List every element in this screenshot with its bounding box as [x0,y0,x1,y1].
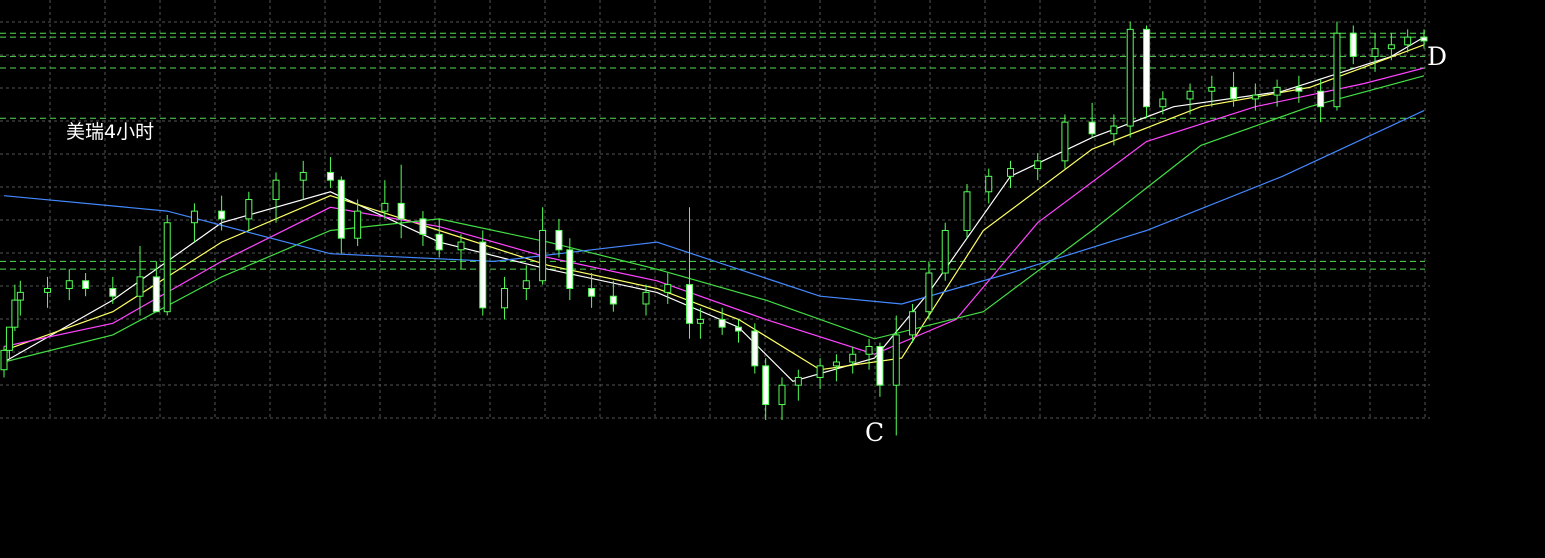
candle-bull [1208,86,1216,92]
moving-average-line [3,110,1425,305]
chart-title: 美瑞4小时 [66,121,155,143]
candle-bear [609,295,617,305]
candle-bear [762,365,770,406]
candle-bull [832,361,840,367]
candle-bull [1126,28,1134,127]
candle-bear [152,276,160,313]
candle-bull [190,210,198,224]
chart-grid [0,0,1430,420]
moving-average-line [3,67,1425,355]
candle-bull [1333,32,1341,108]
candle-bear [397,202,405,220]
candle-bull [1061,121,1069,162]
candle-bull [11,299,19,328]
candle-bull [778,384,786,406]
candle-bull [664,284,672,293]
point-label-d: D [1427,42,1448,71]
candle-bull [696,318,704,324]
candle-bull [865,346,873,355]
candle-bear [876,346,884,386]
candle-bull [816,365,824,378]
candle-bull [0,349,8,371]
candle-bear [1088,121,1096,135]
candle-bear [435,233,443,251]
candle-bear [1143,28,1151,108]
candle-bull [163,222,171,313]
candle-bull [985,175,993,193]
candle-bull [794,376,802,386]
candle-bull [1186,90,1194,100]
point-label-c: C [865,418,885,447]
candlestick-chart [0,0,1430,436]
candle-bull [522,280,530,289]
candle-bull [457,241,465,251]
candle-bull [299,171,307,181]
candle-bear [588,287,596,297]
candle-bear [419,218,427,235]
candle-bull [1371,48,1379,57]
candle-bear [1295,86,1303,92]
candle-bull [1110,125,1118,135]
candle-bull [65,280,73,289]
candle-bull [1387,44,1395,50]
candle-bear [1420,36,1428,42]
candle-bull [1273,86,1281,96]
candle-bull [1404,36,1412,46]
candle-bear [218,210,226,220]
candle-bear [1349,32,1357,57]
candle-bull [892,334,900,386]
candle-bull [849,353,857,363]
candle-bull [1007,168,1015,177]
candle-bear [1230,86,1238,100]
candle-bear [686,284,694,324]
candle-bull [1034,160,1042,170]
candle-bull [381,202,389,212]
candle-bull [16,291,24,301]
candle-bull [5,326,13,351]
candle-bear [718,318,726,328]
candle-bear [566,249,574,289]
candle-bear [326,171,334,181]
candle-bull [1251,94,1259,100]
candle-bear [109,287,117,297]
candle-bull [941,229,949,274]
candle-bull [1159,98,1167,108]
candle-bull [963,191,971,231]
candle-bull [136,276,144,297]
candle-bear [82,280,90,289]
candle-bull [245,199,253,220]
candle-bull [501,287,509,309]
candle-bull [539,229,547,282]
moving-average-line [3,44,1425,371]
candle-bull [44,287,52,293]
candle-bull [272,179,280,201]
horizontal-levels [0,32,1425,270]
candle-bull [909,311,917,336]
candle-bull [642,291,650,305]
candle-bull [354,210,362,239]
candle-bear [734,326,742,332]
candle-bear [479,241,487,309]
candle-bull [925,272,933,313]
candle-bear [337,179,345,239]
candle-bear [751,330,759,367]
candle-bear [555,229,563,251]
candle-bear [1317,90,1325,108]
